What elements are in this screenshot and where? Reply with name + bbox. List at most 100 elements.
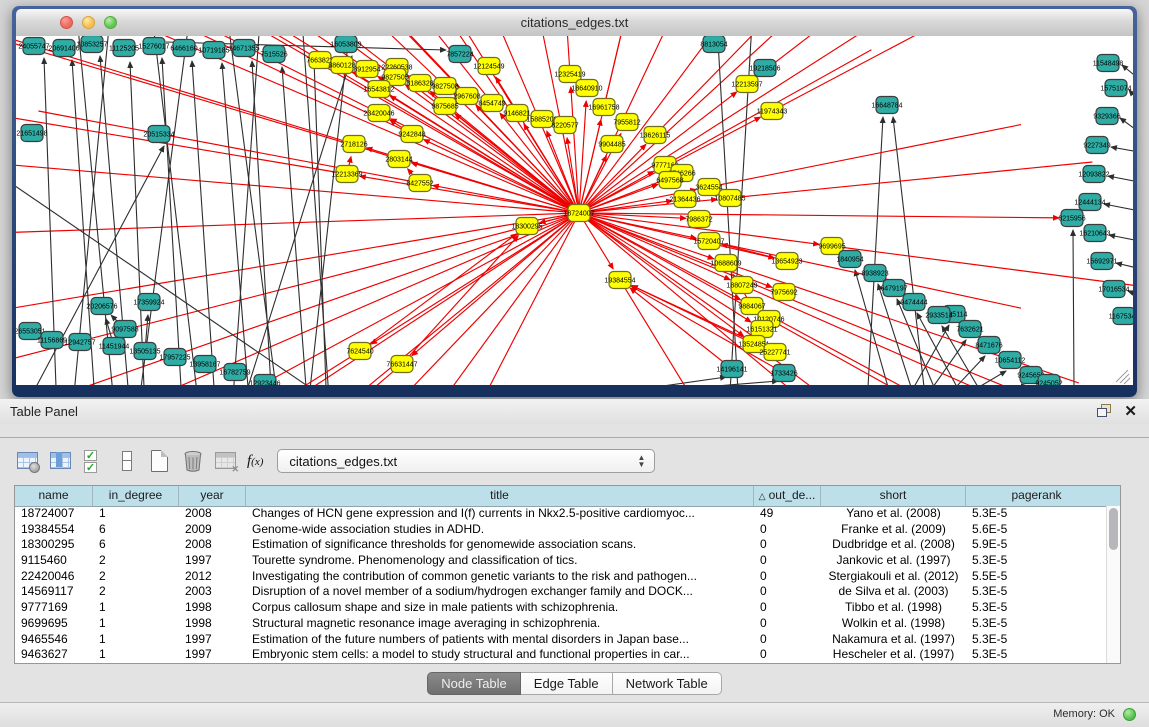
table-row[interactable]: 946362711997Embryonic stem cells: a mode…: [15, 647, 1107, 663]
network-node[interactable]: 12923446: [249, 375, 280, 386]
network-node[interactable]: 11548498: [1093, 55, 1124, 72]
network-node[interactable]: 8454749: [478, 95, 505, 112]
network-node[interactable]: 11156869: [37, 332, 67, 349]
table-select[interactable]: citations_edges.txt ▲▼: [277, 449, 655, 473]
network-node[interactable]: 10807485: [714, 190, 745, 207]
network-node[interactable]: 7857224: [446, 46, 473, 63]
network-node[interactable]: 11125205: [109, 40, 139, 57]
delete-column-icon[interactable]: [181, 449, 205, 473]
network-node[interactable]: 13654923: [771, 253, 802, 270]
network-node[interactable]: 9329366: [1093, 108, 1120, 125]
network-node[interactable]: 20691406: [48, 40, 79, 57]
network-node[interactable]: 76631447: [386, 356, 417, 373]
network-node[interactable]: 12942757: [64, 334, 95, 351]
network-node[interactable]: 7624540: [346, 343, 373, 360]
network-node[interactable]: 1840954: [836, 251, 863, 268]
network-node[interactable]: 6466160: [170, 40, 197, 57]
memory-ok-indicator[interactable]: [1123, 708, 1136, 721]
select-columns-icon[interactable]: ✓✓: [82, 449, 106, 473]
column-header-out_de[interactable]: △out_de...: [754, 486, 821, 506]
network-node[interactable]: 25227741: [759, 344, 790, 361]
close-panel-icon[interactable]: ✕: [1124, 402, 1137, 420]
network-node[interactable]: 18640910: [571, 80, 602, 97]
network-node[interactable]: 17016534: [1098, 281, 1129, 298]
network-node[interactable]: 9245052: [1035, 375, 1062, 386]
table-row[interactable]: 911546021997Tourette syndrome. Phenomeno…: [15, 553, 1107, 569]
network-node[interactable]: 16210643: [1079, 225, 1110, 242]
column-header-year[interactable]: year: [179, 486, 246, 506]
network-node[interactable]: 13958167: [189, 356, 220, 373]
network-node[interactable]: 9827508: [431, 78, 458, 95]
network-node[interactable]: 17957225: [159, 349, 190, 366]
network-node[interactable]: 18724007: [563, 205, 594, 222]
row-height-icon[interactable]: [115, 449, 139, 473]
tab-node-table[interactable]: Node Table: [427, 672, 521, 695]
table-row[interactable]: 946554611997Estimation of the future num…: [15, 632, 1107, 648]
network-node[interactable]: 15720407: [693, 233, 724, 250]
network-node[interactable]: 8938923: [861, 265, 888, 282]
resize-grip-icon[interactable]: [1120, 374, 1129, 383]
network-node[interactable]: 1733426: [770, 365, 797, 382]
table-row[interactable]: 1938455462009Genome-wide association stu…: [15, 522, 1107, 538]
network-node[interactable]: 8912954: [353, 61, 380, 78]
network-node[interactable]: 11974343: [757, 103, 788, 120]
network-node[interactable]: 9097588: [111, 321, 138, 338]
create-column-icon[interactable]: [148, 449, 172, 473]
network-node[interactable]: 15692971: [1086, 253, 1117, 270]
network-node[interactable]: 19384554: [604, 272, 635, 289]
tab-edge-table[interactable]: Edge Table: [521, 672, 613, 695]
network-node[interactable]: 21651498: [16, 125, 47, 142]
network-node[interactable]: 7975692: [770, 284, 797, 301]
column-header-short[interactable]: short: [821, 486, 966, 506]
resize-grip-icon[interactable]: [1116, 370, 1128, 382]
network-node[interactable]: 9227349: [1083, 137, 1110, 154]
network-node[interactable]: 20515334: [143, 126, 174, 143]
network-node[interactable]: 10688609: [710, 255, 741, 272]
network-node[interactable]: 16053809: [330, 36, 361, 53]
network-node[interactable]: 15276017: [138, 38, 169, 55]
network-node[interactable]: 17359924: [133, 294, 164, 311]
table-row[interactable]: 1872400712008Changes of HCN gene express…: [15, 506, 1107, 522]
column-header-title[interactable]: title: [246, 486, 754, 506]
network-node[interactable]: 24055747: [18, 38, 49, 55]
network-node[interactable]: 8215956: [1058, 210, 1085, 227]
network-node[interactable]: 13626115: [640, 127, 671, 144]
network-node[interactable]: 16782759: [219, 364, 250, 381]
network-node[interactable]: 19218506: [749, 60, 780, 77]
network-node[interactable]: 2967608: [453, 88, 480, 105]
network-node[interactable]: 8813054: [700, 36, 727, 53]
network-node[interactable]: 16961758: [588, 99, 619, 116]
network-node[interactable]: 8860128: [328, 57, 355, 74]
network-node[interactable]: 9904485: [598, 136, 625, 153]
network-node[interactable]: 2803144: [385, 151, 412, 168]
table-scrollbar[interactable]: [1106, 506, 1120, 663]
network-node[interactable]: 10719185: [198, 42, 229, 59]
network-node[interactable]: 14671355: [228, 40, 259, 57]
network-node[interactable]: 12444134: [1074, 194, 1105, 211]
network-node[interactable]: 7986372: [685, 211, 712, 228]
show-columns-icon[interactable]: [49, 449, 73, 473]
network-node[interactable]: 12213369: [331, 166, 362, 183]
table-row[interactable]: 1830029562008Estimation of significance …: [15, 537, 1107, 553]
function-builder-icon[interactable]: f(x): [247, 453, 263, 470]
network-node[interactable]: 7515526: [260, 46, 287, 63]
table-settings-icon[interactable]: [16, 449, 40, 473]
network-node[interactable]: 13505135: [129, 343, 160, 360]
network-node[interactable]: 8471676: [975, 337, 1002, 354]
table-row[interactable]: 2242004622012Investigating the contribut…: [15, 569, 1107, 585]
network-node[interactable]: 8220577: [551, 117, 578, 134]
network-node[interactable]: 10654112: [995, 352, 1026, 369]
network-node[interactable]: 2718126: [340, 136, 367, 153]
network-node[interactable]: 18300295: [511, 218, 542, 235]
column-header-pagerank[interactable]: pagerank: [966, 486, 1107, 506]
column-header-in_degree[interactable]: in_degree: [93, 486, 179, 506]
network-node[interactable]: 12213597: [731, 76, 762, 93]
float-panel-icon[interactable]: [1097, 404, 1111, 417]
network-node[interactable]: 9474444: [900, 294, 927, 311]
network-node[interactable]: 7955812: [613, 114, 640, 131]
table-row[interactable]: 977716911998Corpus callosum shape and si…: [15, 600, 1107, 616]
table-row[interactable]: 1456911722003Disruption of a novel membe…: [15, 584, 1107, 600]
network-window-titlebar[interactable]: citations_edges.txt: [16, 9, 1133, 37]
network-node[interactable]: 16648784: [871, 97, 902, 114]
network-node[interactable]: 8186328: [406, 75, 433, 92]
